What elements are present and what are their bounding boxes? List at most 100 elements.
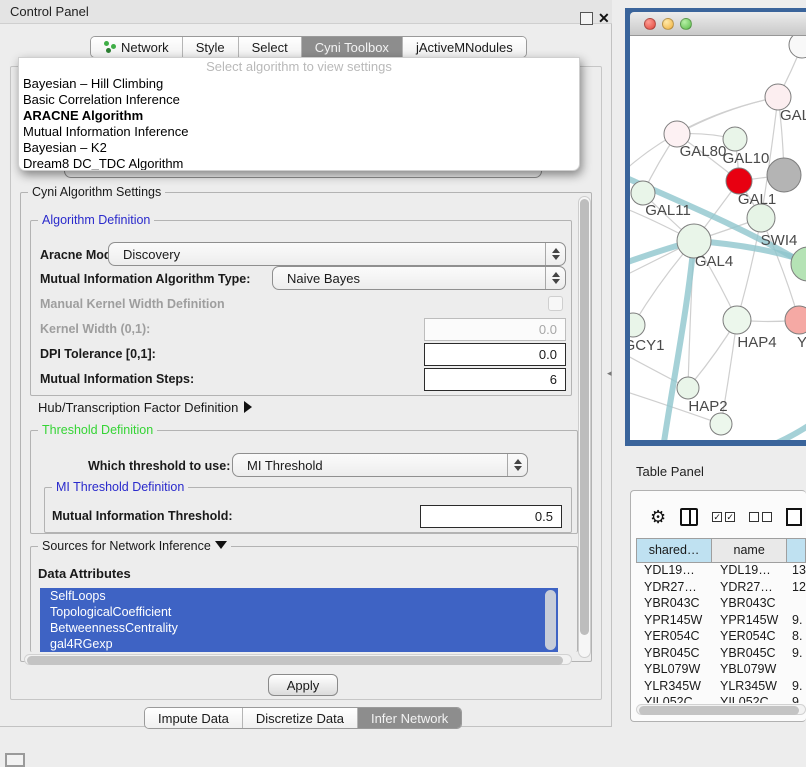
panel-divider-handle[interactable]: ◂	[607, 368, 612, 379]
network-node-hap2[interactable]	[677, 377, 699, 399]
minimized-panel-chip[interactable]	[5, 753, 25, 767]
table-row[interactable]: YER054CYER054C8.	[636, 629, 806, 646]
data-attributes-list[interactable]: SelfLoopsTopologicalCoefficientBetweenne…	[40, 588, 558, 652]
tab-infer-network[interactable]: Infer Network	[358, 708, 461, 728]
attributes-scrollbar-thumb[interactable]	[545, 590, 556, 650]
table-panel-toolbar: ⚙ ✓✓	[636, 500, 806, 534]
algorithm-option[interactable]: Dream8 DC_TDC Algorithm	[19, 156, 579, 171]
network-node[interactable]	[789, 36, 806, 58]
kernel-width-field[interactable]: 0.0	[424, 318, 566, 341]
network-node-hap4[interactable]	[723, 306, 751, 334]
tab-style[interactable]: Style	[183, 37, 239, 57]
aracne-mode-combobox[interactable]: Discovery	[108, 242, 566, 266]
column-layout-icon[interactable]	[680, 508, 698, 526]
tab-cyni-toolbox[interactable]: Cyni Toolbox	[302, 37, 403, 57]
table-cell: 9.	[788, 679, 806, 696]
network-node[interactable]	[710, 413, 732, 435]
column-header[interactable]: name	[712, 539, 787, 562]
gear-icon[interactable]: ⚙	[650, 507, 666, 528]
table-row[interactable]: YDR27…YDR27…12	[636, 580, 806, 597]
settings-hscrollbar-thumb[interactable]	[27, 656, 563, 665]
node-label: GAL1	[738, 191, 776, 208]
zoom-traffic-light-icon[interactable]	[680, 18, 692, 30]
table-cell: 9.	[788, 646, 806, 663]
table-row[interactable]: YBR045CYBR045C9.	[636, 646, 806, 663]
attribute-list-item[interactable]: TopologicalCoefficient	[40, 604, 558, 620]
tab-network[interactable]: Network	[91, 37, 183, 57]
tab-label: Select	[252, 40, 288, 55]
attribute-list-item[interactable]: gal4RGexp	[40, 636, 558, 652]
combo-stepper-icon[interactable]	[545, 267, 565, 289]
mi-threshold-title: MI Threshold Definition	[52, 480, 188, 494]
combo-stepper-icon[interactable]	[545, 243, 565, 265]
attribute-list-item[interactable]: BetweennessCentrality	[40, 620, 558, 636]
document-icon[interactable]	[786, 508, 802, 526]
network-node-y[interactable]	[785, 306, 806, 334]
table-cell: YBL079W	[636, 662, 712, 679]
table-horizontal-scrollbar[interactable]	[636, 704, 806, 715]
column-header[interactable]: shared…	[637, 539, 712, 562]
tab-discretize-data[interactable]: Discretize Data	[243, 708, 358, 728]
node-label: Y	[797, 334, 806, 351]
dpi-tolerance-field[interactable]: 0.0	[424, 343, 566, 366]
table-row[interactable]: YIL052CYIL052C9	[636, 695, 806, 703]
table-row[interactable]: YBL079WYBL079W	[636, 662, 806, 679]
network-node-gcy1[interactable]	[630, 313, 645, 337]
deselect-all-checkboxes-icon[interactable]	[749, 512, 772, 522]
network-edge[interactable]	[677, 97, 778, 134]
select-all-checkboxes-icon[interactable]: ✓✓	[712, 512, 735, 522]
algorithm-option[interactable]: Basic Correlation Inference	[19, 92, 579, 108]
table-row[interactable]: YBR043CYBR043C	[636, 596, 806, 613]
table-row[interactable]: YDL19…YDL19…13	[636, 563, 806, 580]
table-cell: 13	[788, 563, 806, 580]
tab-impute-data[interactable]: Impute Data	[145, 708, 243, 728]
network-node[interactable]	[767, 158, 801, 192]
network-view-window[interactable]: GALGAL80GAL10GAL1GAL11SWI4GAL4GCY1HAP4YH…	[625, 8, 806, 446]
mi-threshold-field[interactable]: 0.5	[420, 505, 562, 528]
attribute-list-item[interactable]: SelfLoops	[40, 588, 558, 604]
float-window-icon[interactable]	[580, 12, 593, 25]
mi-steps-field[interactable]: 6	[424, 368, 566, 391]
tab-select[interactable]: Select	[239, 37, 302, 57]
algorithm-option[interactable]: Mutual Information Inference	[19, 124, 579, 140]
settings-horizontal-scrollbar[interactable]	[24, 654, 572, 665]
sources-title[interactable]: Sources for Network Inference	[38, 539, 231, 553]
hub-definition-expander[interactable]: Hub/Transcription Factor Definition	[38, 400, 252, 415]
minimize-traffic-light-icon[interactable]	[662, 18, 674, 30]
network-node[interactable]	[791, 247, 806, 281]
table-row[interactable]: YPR145WYPR145W9.	[636, 613, 806, 630]
network-icon	[104, 41, 116, 53]
network-graph[interactable]: GALGAL80GAL10GAL1GAL11SWI4GAL4GCY1HAP4YH…	[630, 36, 806, 440]
algorithm-option[interactable]: Bayesian – Hill Climbing	[19, 76, 579, 92]
table-cell: YBL079W	[712, 662, 788, 679]
algorithm-option[interactable]: Bayesian – K2	[19, 140, 579, 156]
apply-button[interactable]: Apply	[268, 674, 338, 696]
table-header: shared…name	[636, 538, 806, 563]
tab-jactivemnodules[interactable]: jActiveMNodules	[403, 37, 526, 57]
network-node-gal10[interactable]	[723, 127, 747, 151]
which-threshold-label: Which threshold to use:	[88, 459, 230, 473]
close-icon[interactable]: ✕	[598, 10, 610, 27]
which-threshold-combobox[interactable]: MI Threshold	[232, 453, 528, 477]
mi-algorithm-type-combobox[interactable]: Naive Bayes	[272, 266, 566, 290]
manual-kernel-width-checkbox[interactable]	[548, 296, 563, 311]
table-row[interactable]: YLR345WYLR345W9.	[636, 679, 806, 696]
collapse-down-icon	[215, 541, 227, 549]
network-node-swi4[interactable]	[747, 204, 775, 232]
algorithm-dropdown-popup: Select algorithm to view settings Bayesi…	[18, 57, 580, 171]
settings-scrollbar-thumb[interactable]	[580, 199, 589, 635]
close-traffic-light-icon[interactable]	[644, 18, 656, 30]
algorithm-dropdown-placeholder: Select algorithm to view settings	[19, 58, 579, 76]
combo-stepper-icon[interactable]	[507, 454, 527, 476]
network-window-titlebar[interactable]	[630, 12, 806, 36]
table-cell: 9	[788, 695, 806, 703]
algorithm-option[interactable]: ARACNE Algorithm	[19, 108, 579, 124]
table-hscrollbar-thumb[interactable]	[639, 706, 799, 715]
table-cell	[788, 662, 806, 679]
table-cell: YDL19…	[636, 563, 712, 580]
table-cell: YIL052C	[712, 695, 788, 703]
manual-kernel-width-label: Manual Kernel Width Definition	[40, 297, 225, 311]
network-canvas[interactable]: GALGAL80GAL10GAL1GAL11SWI4GAL4GCY1HAP4YH…	[630, 36, 806, 440]
column-header[interactable]	[787, 539, 805, 562]
settings-vertical-scrollbar[interactable]	[578, 196, 591, 658]
